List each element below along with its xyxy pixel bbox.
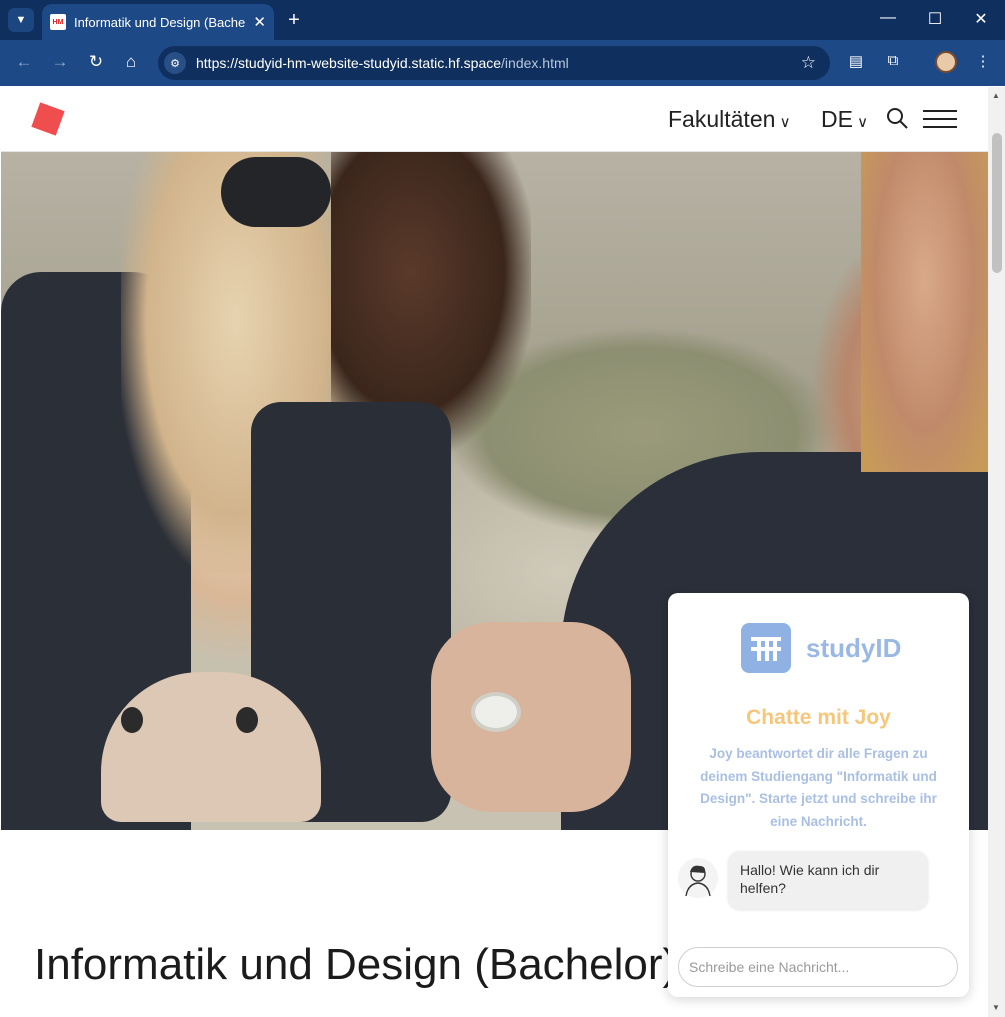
nav-language[interactable]: DE ∨ <box>821 106 868 133</box>
scroll-down-arrow-icon[interactable]: ▼ <box>992 1003 1000 1012</box>
studyid-logo-icon <box>741 623 791 673</box>
back-button[interactable]: ← <box>13 52 35 72</box>
page-title: Informatik und Design (Bachelor) <box>34 940 678 989</box>
reload-button[interactable]: ↻ <box>85 52 107 72</box>
scrollbar-thumb[interactable] <box>992 133 1002 273</box>
chevron-down-icon: ∨ <box>852 114 869 131</box>
chat-heading: Chatte mit Joy <box>746 706 891 729</box>
chat-message-bubble: Hallo! Wie kann ich dir helfen? <box>728 851 928 909</box>
url-path: /index.html <box>501 55 569 71</box>
close-tab-icon[interactable]: ✕ <box>253 13 266 31</box>
scroll-up-arrow-icon[interactable]: ▲ <box>992 91 1000 100</box>
browser-toolbar: ← → ↻ ⌂ ⚙ https://studyid-hm-website-stu… <box>0 40 1005 86</box>
tab-search-button[interactable]: ▼ <box>8 8 34 32</box>
url-text[interactable]: https://studyid-hm-website-studyid.stati… <box>196 55 569 71</box>
site-info-icon[interactable]: ⚙ <box>164 52 186 74</box>
home-button[interactable]: ⌂ <box>120 52 142 72</box>
new-tab-button[interactable]: + <box>284 8 304 32</box>
reading-list-icon[interactable]: ▤ <box>845 52 867 70</box>
minimize-button[interactable]: — <box>878 9 898 27</box>
address-bar[interactable]: ⚙ https://studyid-hm-website-studyid.sta… <box>158 46 830 80</box>
nav-faculties-label: Fakultäten <box>668 106 776 132</box>
studyid-logo: studyID <box>741 623 901 673</box>
nav-language-label: DE <box>821 106 853 132</box>
maximize-button[interactable]: ☐ <box>925 9 945 29</box>
forward-button[interactable]: → <box>49 52 71 72</box>
chat-description: Joy beantwortet dir alle Fragen zu deine… <box>700 746 937 829</box>
browser-tabbar: ▼ HM Informatik und Design (Bachelor) ✕ … <box>0 0 1005 40</box>
browser-tab[interactable]: HM Informatik und Design (Bachelor) ✕ <box>42 4 274 40</box>
favicon-icon: HM <box>50 14 66 30</box>
chat-message-input[interactable] <box>678 947 958 987</box>
tab-title: Informatik und Design (Bachelor) <box>73 14 246 30</box>
page-viewport: Fakultäten ∨ DE ∨ Informatik und Design … <box>1 87 988 1017</box>
profile-avatar[interactable] <box>935 51 957 73</box>
site-header: Fakultäten ∨ DE ∨ <box>1 87 988 152</box>
nav-faculties[interactable]: Fakultäten ∨ <box>668 106 791 133</box>
chevron-down-icon: ∨ <box>775 114 791 131</box>
hamburger-menu-icon[interactable] <box>923 110 957 130</box>
browser-menu-icon[interactable]: ⋮ <box>972 52 994 70</box>
url-host: https://studyid-hm-website-studyid.stati… <box>196 55 502 71</box>
close-window-button[interactable]: ✕ <box>971 9 991 29</box>
search-icon[interactable] <box>885 106 909 130</box>
page-scrollbar[interactable]: ▲ ▼ <box>988 87 1005 1017</box>
hm-logo[interactable] <box>31 102 65 136</box>
studyid-brand: studyID <box>806 632 902 663</box>
joy-avatar <box>678 858 718 898</box>
bookmark-star-icon[interactable]: ☆ <box>801 53 816 73</box>
chat-widget: studyID Chatte mit Joy Joy beantwortet d… <box>668 593 969 997</box>
extensions-icon[interactable]: ⧉ <box>882 52 904 69</box>
